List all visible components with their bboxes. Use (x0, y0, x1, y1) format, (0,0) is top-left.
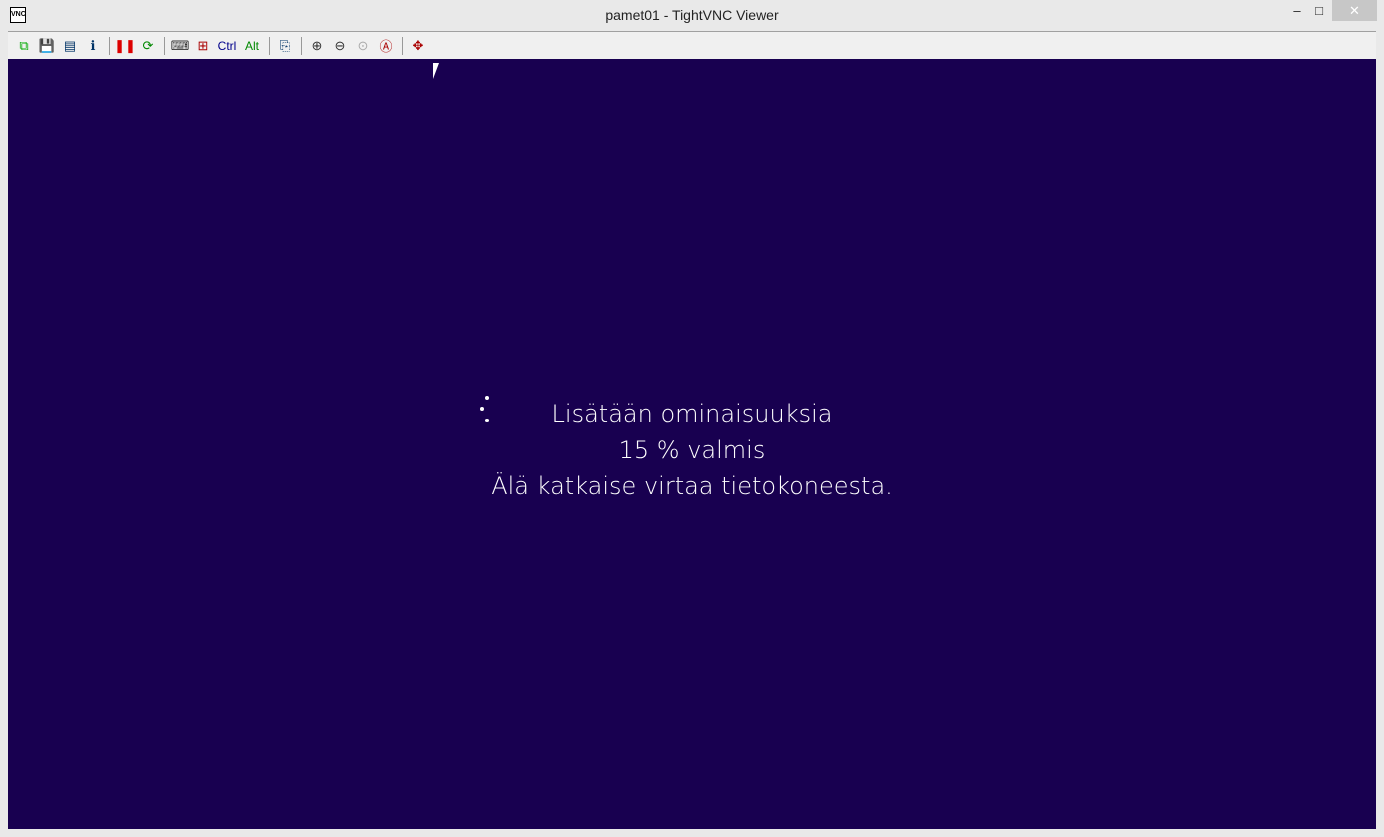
remote-screen[interactable]: Lisätään ominaisuuksia 15 % valmis Älä k… (8, 59, 1376, 829)
new-connection-icon[interactable]: ⧉ (13, 35, 35, 57)
info-icon[interactable]: ℹ (82, 35, 104, 57)
win-key-icon[interactable]: ⊞ (192, 35, 214, 57)
toolbar-separator (164, 36, 165, 55)
save-icon[interactable]: 💾 (36, 35, 58, 57)
warning-text: Älä katkaise virtaa tietokoneesta. (491, 472, 893, 500)
toolbar-separator (109, 36, 110, 55)
ctrl-button[interactable]: Ctrl (215, 35, 239, 57)
progress-text: 15 % valmis (618, 436, 766, 464)
title-bar: VNC pamet01 - TightVNC Viewer – □ ✕ (0, 0, 1384, 31)
zoom-out-icon[interactable]: ⊖ (329, 35, 351, 57)
pause-icon[interactable]: ❚❚ (114, 35, 136, 57)
refresh-icon[interactable]: ⟳ (137, 35, 159, 57)
close-button[interactable]: ✕ (1332, 0, 1377, 21)
zoom-in-icon[interactable]: ⊕ (306, 35, 328, 57)
alt-button[interactable]: Alt (240, 35, 264, 57)
zoom-100-icon[interactable]: ⊙ (352, 35, 374, 57)
fullscreen-icon[interactable]: ✥ (407, 35, 429, 57)
maximize-button[interactable]: □ (1302, 0, 1336, 21)
options-icon[interactable]: ▤ (59, 35, 81, 57)
mouse-cursor-icon (433, 63, 445, 79)
toolbar-separator (269, 36, 270, 55)
zoom-auto-icon[interactable]: Ⓐ (375, 35, 397, 57)
status-title: Lisätään ominaisuuksia (551, 400, 833, 428)
toolbar-separator (402, 36, 403, 55)
toolbar-separator (301, 36, 302, 55)
window-title: pamet01 - TightVNC Viewer (605, 7, 779, 23)
toolbar: ⧉ 💾 ▤ ℹ ❚❚ ⟳ ⌨ ⊞ Ctrl Alt ⎘ ⊕ ⊖ ⊙ Ⓐ ✥ (8, 31, 1376, 59)
clipboard-icon[interactable]: ⎘ (274, 35, 296, 57)
ctrl-alt-del-icon[interactable]: ⌨ (169, 35, 191, 57)
